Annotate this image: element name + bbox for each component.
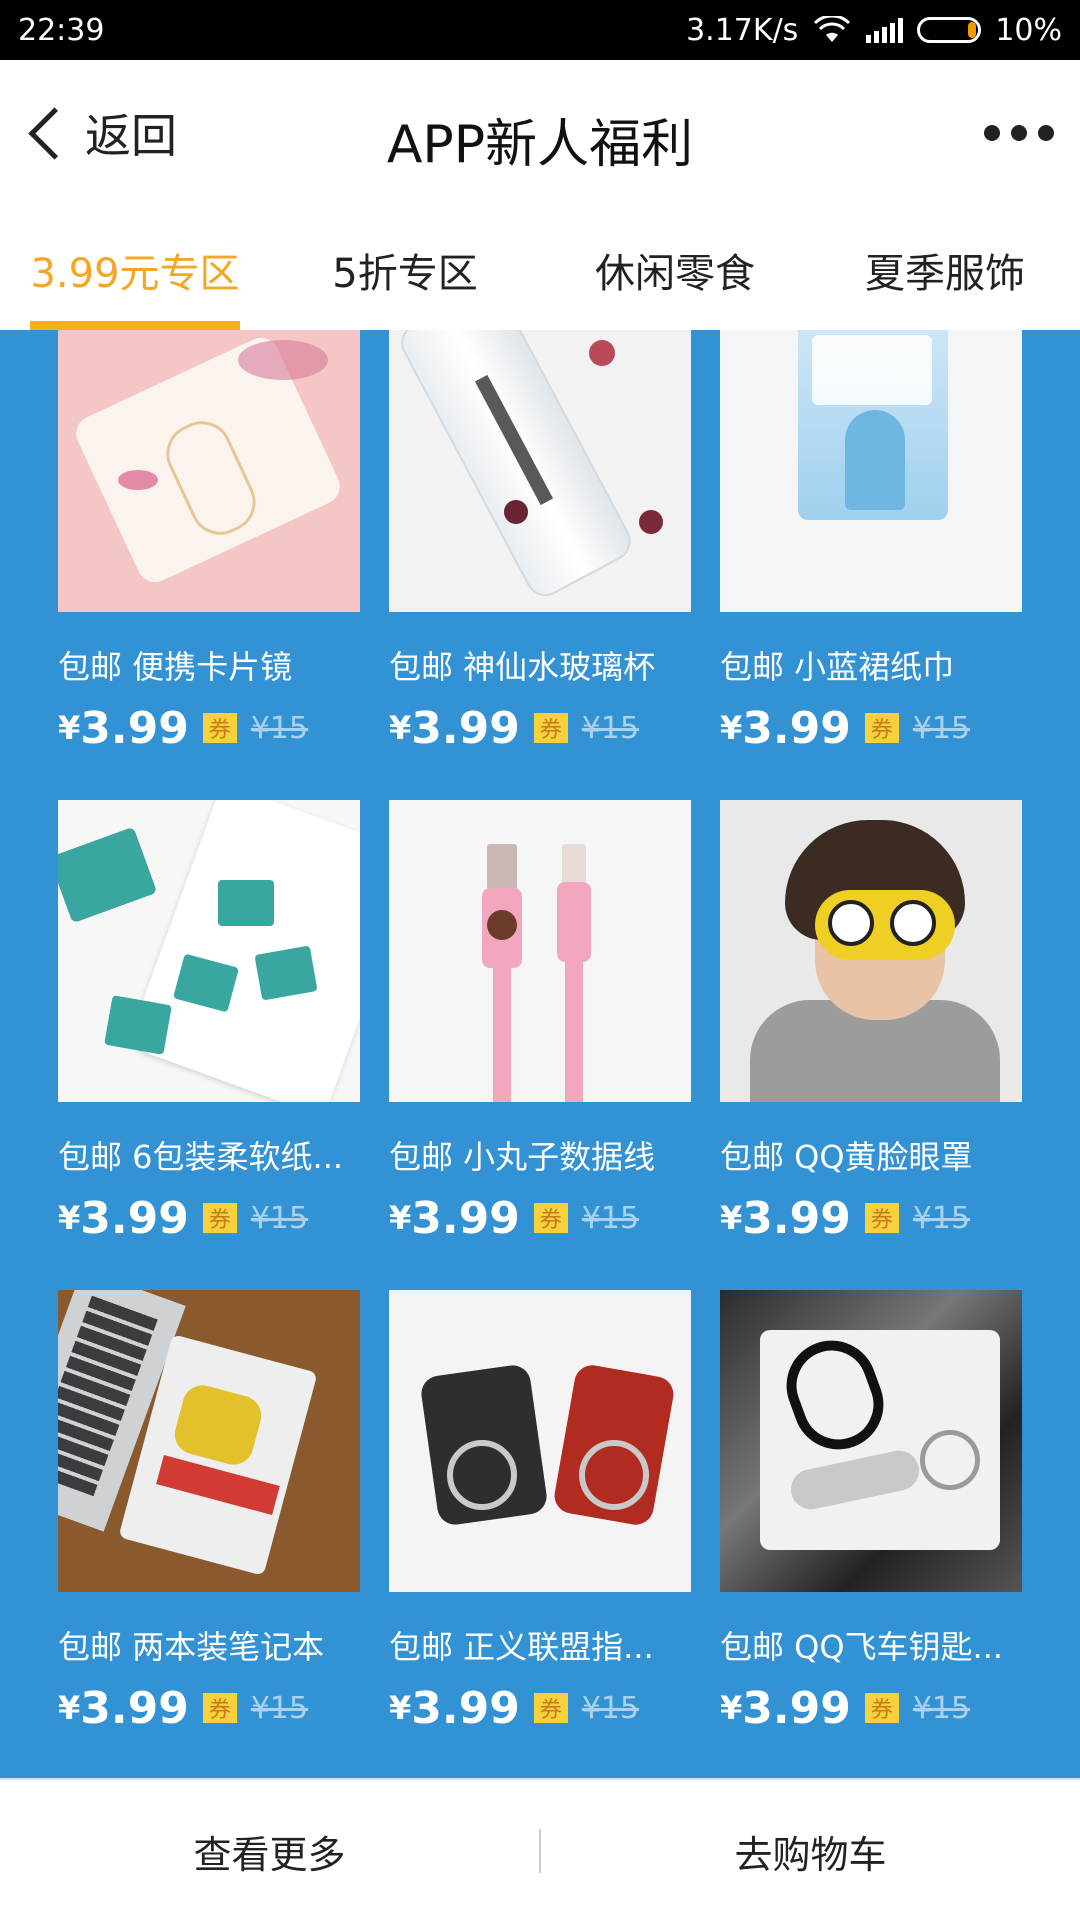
product-card[interactable]: 包邮 6包装柔软纸... ¥ 3.99 券 ¥15 [58,800,360,1290]
product-title: 包邮 正义联盟指... [389,1628,654,1666]
more-options-icon[interactable] [984,118,1054,148]
price-currency: ¥ [720,1199,743,1237]
original-price: ¥15 [250,1200,309,1236]
coupon-badge: 券 [202,1203,237,1233]
original-price: ¥15 [250,1690,309,1726]
product-title: 包邮 便携卡片镜 [58,648,293,686]
product-title: 包邮 小蓝裙纸巾 [720,648,955,686]
price-row: ¥ 3.99 券 ¥15 [58,1190,360,1246]
price-value: 3.99 [411,1682,520,1734]
product-title: 包邮 QQ飞车钥匙... [720,1628,1004,1666]
go-to-cart-button[interactable]: 去购物车 [541,1780,1080,1922]
product-grid-area: 包邮 便携卡片镜 ¥ 3.99 券 ¥15 包邮 神仙水玻璃杯 ¥ 3.99 券 [0,330,1080,1778]
coupon-badge: 券 [864,713,899,743]
product-image-glass-bottle[interactable] [389,330,691,612]
price-value: 3.99 [411,1192,520,1244]
price-value: 3.99 [80,1682,189,1734]
price-row: ¥ 3.99 券 ¥15 [58,700,360,756]
price-value: 3.99 [80,1192,189,1244]
product-title: 包邮 神仙水玻璃杯 [389,648,656,686]
signal-icon [866,17,904,43]
price-currency: ¥ [720,709,743,747]
product-card[interactable]: 包邮 QQ飞车钥匙... ¥ 3.99 券 ¥15 [720,1290,1022,1778]
product-image-mini-tissues[interactable] [58,800,360,1102]
product-title: 包邮 6包装柔软纸... [58,1138,344,1176]
product-image-card-mirror[interactable] [58,330,360,612]
product-image-keychain[interactable] [720,1290,1022,1592]
original-price: ¥15 [581,1200,640,1236]
coupon-badge: 券 [202,1693,237,1723]
product-image-phone-rings[interactable] [389,1290,691,1592]
original-price: ¥15 [912,1690,971,1726]
product-card[interactable]: 包邮 便携卡片镜 ¥ 3.99 券 ¥15 [58,330,360,800]
original-price: ¥15 [250,710,309,746]
original-price: ¥15 [912,710,971,746]
price-value: 3.99 [80,702,189,754]
category-tabs: 3.99元专区 5折专区 休闲零食 夏季服饰 [0,210,1080,330]
tab-399-zone[interactable]: 3.99元专区 [0,210,270,330]
price-row: ¥ 3.99 券 ¥15 [389,700,691,756]
bottom-bar: 查看更多 去购物车 [0,1778,1080,1922]
product-image-pink-cable[interactable] [389,800,691,1102]
original-price: ¥15 [912,1200,971,1236]
product-image-tissue-pack[interactable] [720,330,1022,612]
price-value: 3.99 [411,702,520,754]
coupon-badge: 券 [202,713,237,743]
battery-icon [917,17,982,43]
status-time: 22:39 [18,12,105,48]
price-currency: ¥ [58,1199,81,1237]
back-button[interactable]: 返回 [22,98,177,168]
network-speed: 3.17K/s [686,12,799,48]
product-image-eye-mask[interactable] [720,800,1022,1102]
price-row: ¥ 3.99 券 ¥15 [58,1680,360,1736]
wifi-icon [814,16,851,42]
product-card[interactable]: 包邮 正义联盟指... ¥ 3.99 券 ¥15 [389,1290,691,1778]
price-value: 3.99 [742,1192,851,1244]
product-card[interactable]: 包邮 神仙水玻璃杯 ¥ 3.99 券 ¥15 [389,330,691,800]
coupon-badge: 券 [533,1693,568,1723]
price-currency: ¥ [58,709,81,747]
price-row: ¥ 3.99 券 ¥15 [389,1190,691,1246]
original-price: ¥15 [581,1690,640,1726]
coupon-badge: 券 [864,1203,899,1233]
price-value: 3.99 [742,702,851,754]
price-currency: ¥ [389,709,412,747]
tab-summer-clothing[interactable]: 夏季服饰 [810,210,1080,330]
product-card[interactable]: 包邮 QQ黄脸眼罩 ¥ 3.99 券 ¥15 [720,800,1022,1290]
product-title: 包邮 两本装笔记本 [58,1628,325,1666]
view-more-button[interactable]: 查看更多 [0,1780,539,1922]
product-title: 包邮 小丸子数据线 [389,1138,656,1176]
coupon-badge: 券 [533,713,568,743]
product-title: 包邮 QQ黄脸眼罩 [720,1138,973,1176]
price-row: ¥ 3.99 券 ¥15 [720,700,1022,756]
price-row: ¥ 3.99 券 ¥15 [720,1190,1022,1246]
product-card[interactable]: 包邮 两本装笔记本 ¥ 3.99 券 ¥15 [58,1290,360,1778]
price-currency: ¥ [720,1689,743,1727]
price-currency: ¥ [58,1689,81,1727]
status-bar: 22:39 3.17K/s 10% [0,0,1080,60]
product-image-notebook[interactable] [58,1290,360,1592]
price-currency: ¥ [389,1199,412,1237]
back-label: 返回 [85,109,177,163]
product-grid: 包邮 便携卡片镜 ¥ 3.99 券 ¥15 包邮 神仙水玻璃杯 ¥ 3.99 券 [58,330,1022,1778]
tab-half-price[interactable]: 5折专区 [270,210,540,330]
original-price: ¥15 [581,710,640,746]
battery-percent: 10% [995,12,1062,48]
header: 返回 APP新人福利 [0,60,1080,210]
coupon-badge: 券 [533,1203,568,1233]
coupon-badge: 券 [864,1693,899,1723]
price-currency: ¥ [389,1689,412,1727]
tab-snacks[interactable]: 休闲零食 [540,210,810,330]
product-card[interactable]: 包邮 小蓝裙纸巾 ¥ 3.99 券 ¥15 [720,330,1022,800]
chevron-left-icon [28,106,81,160]
product-card[interactable]: 包邮 小丸子数据线 ¥ 3.99 券 ¥15 [389,800,691,1290]
price-value: 3.99 [742,1682,851,1734]
price-row: ¥ 3.99 券 ¥15 [389,1680,691,1736]
price-row: ¥ 3.99 券 ¥15 [720,1680,1022,1736]
status-indicators: 3.17K/s 10% [686,13,1062,48]
